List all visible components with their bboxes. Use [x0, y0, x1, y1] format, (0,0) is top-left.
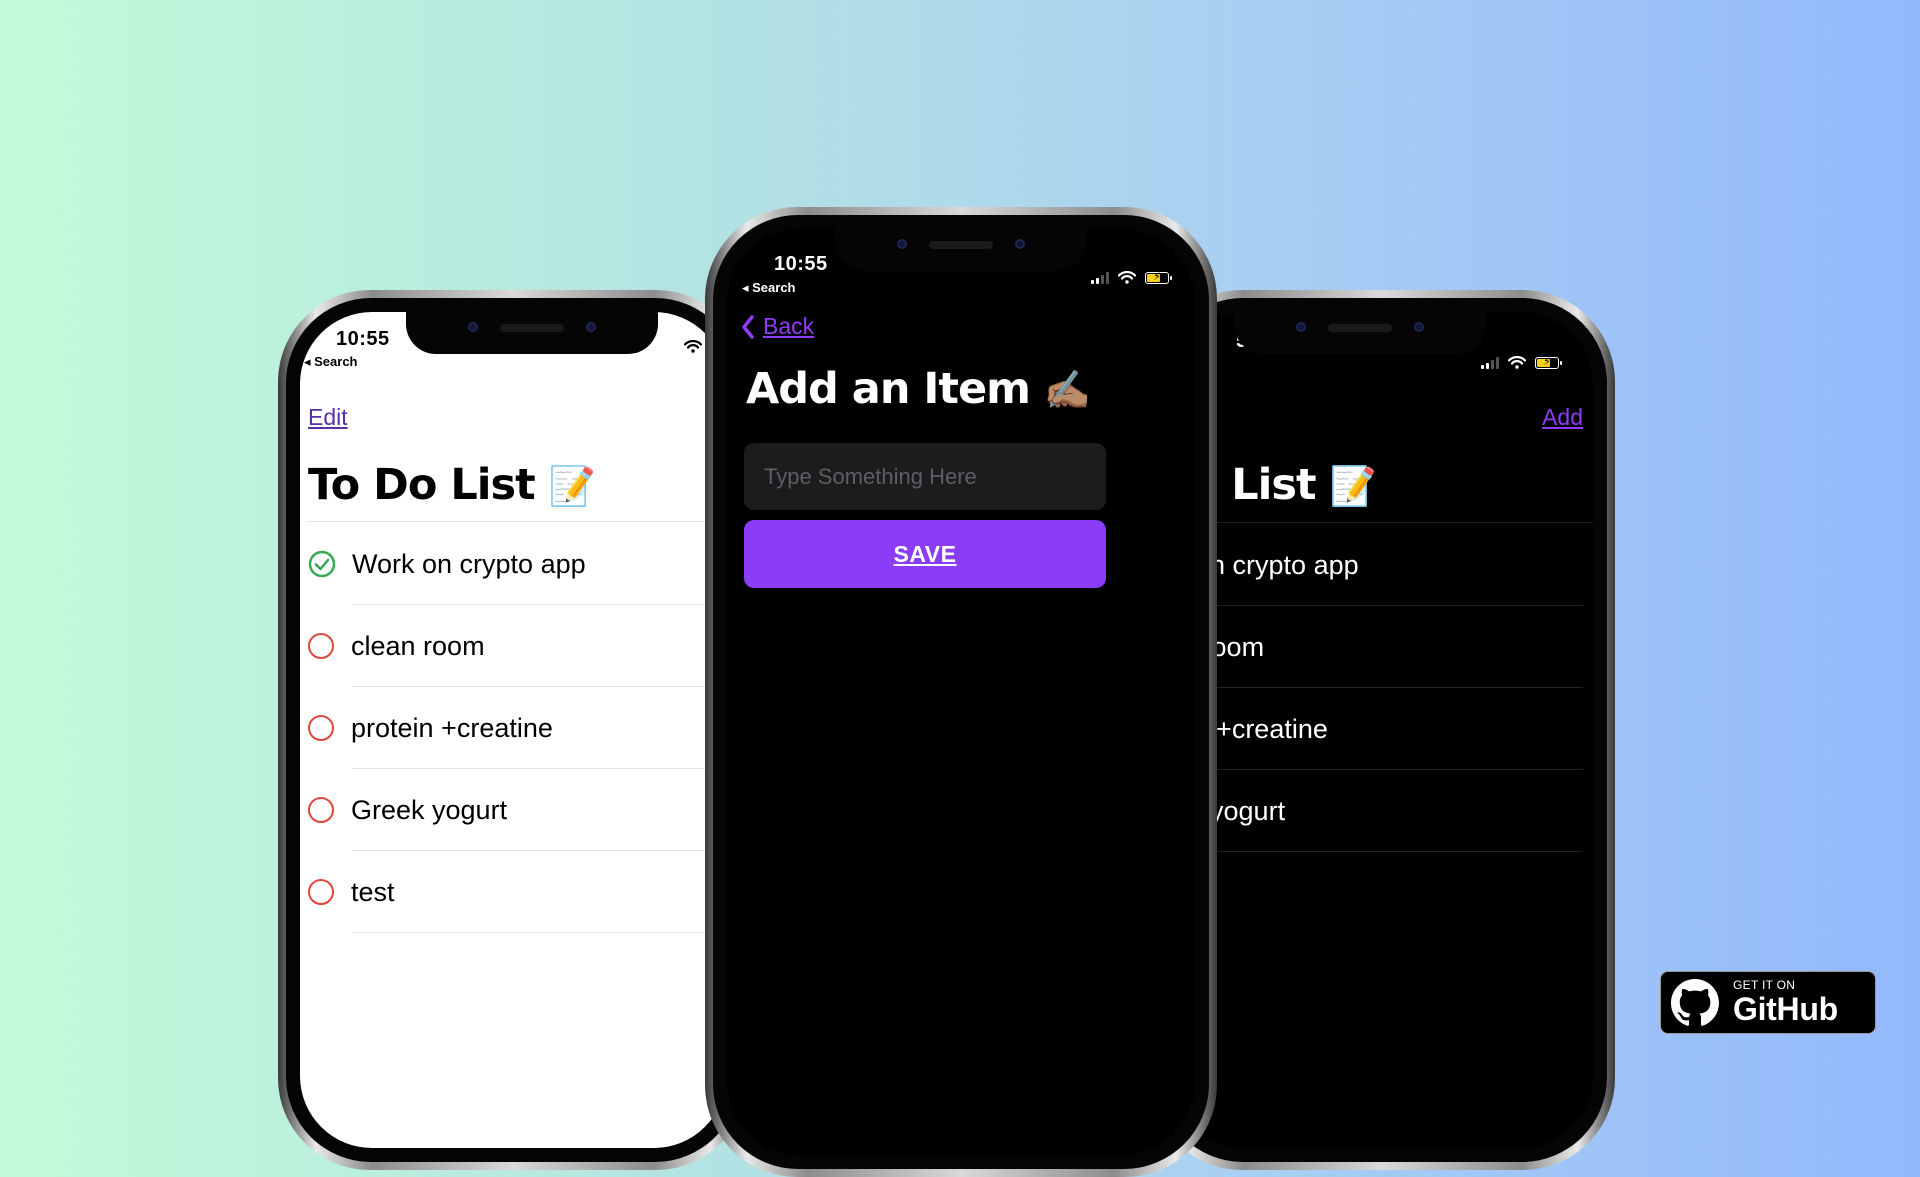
battery-charging-icon: ⚡	[1535, 356, 1562, 369]
cellular-signal-icon	[1481, 356, 1499, 369]
front-camera-icon	[468, 322, 478, 332]
memo-emoji-icon: 📝	[548, 464, 596, 508]
back-app-label: Search	[752, 280, 796, 295]
github-octocat-icon	[1671, 978, 1719, 1026]
left-phone-screen: 10:55 ◂ Search Edit To Do List 📝 Work on…	[300, 312, 726, 1148]
row-divider	[352, 932, 726, 933]
page-title-text: Add an Item	[746, 364, 1031, 414]
speaker-grille	[929, 241, 993, 249]
empty-circle-icon[interactable]	[308, 715, 334, 741]
sensor-icon	[586, 322, 596, 332]
status-icons: ⚡	[1091, 271, 1172, 284]
status-time: 10:55	[774, 253, 828, 275]
right-phone-bezel: 5 ⚡ Add Do List 📝 ork on crypto appean r…	[1158, 298, 1607, 1162]
page-title: Add an Item ✍🏽	[746, 364, 1091, 414]
list-item[interactable]: reek yogurt	[1172, 770, 1593, 852]
list-item[interactable]: Work on crypto app	[308, 523, 726, 605]
back-app-label: Search	[314, 354, 358, 369]
center-phone-screen: 10:55 ◂ Search ⚡ Back Add an Item ✍🏽 Typ…	[727, 229, 1195, 1155]
writing-hand-emoji-icon: ✍🏽	[1043, 368, 1091, 412]
center-phone-notch	[835, 229, 1087, 271]
get-it-on-github-badge[interactable]: GET IT ON GitHub	[1660, 971, 1876, 1034]
wifi-icon	[1118, 271, 1136, 284]
wifi-icon	[684, 340, 702, 353]
empty-circle-icon[interactable]	[308, 879, 334, 905]
front-camera-icon	[1296, 322, 1306, 332]
speaker-grille	[500, 324, 564, 332]
item-text-input[interactable]	[744, 443, 1106, 510]
right-phone-notch	[1234, 312, 1486, 354]
wifi-icon	[1508, 356, 1526, 369]
chevron-left-icon	[742, 314, 754, 339]
back-label: Back	[763, 313, 815, 339]
edit-button[interactable]: Edit	[308, 404, 348, 431]
status-time: 10:55	[336, 328, 390, 350]
list-item[interactable]: Greek yogurt	[308, 769, 726, 851]
list-item[interactable]: test	[308, 851, 726, 933]
list-item[interactable]: otein +creatine	[1172, 688, 1593, 770]
empty-circle-icon[interactable]	[308, 797, 334, 823]
speaker-grille	[1328, 324, 1392, 332]
front-camera-icon	[897, 239, 907, 249]
list-top-divider	[308, 521, 726, 522]
status-icons: ⚡	[1481, 356, 1562, 369]
list-item-label: Work on crypto app	[352, 548, 586, 579]
battery-charging-icon: ⚡	[1145, 271, 1172, 284]
center-phone: 10:55 ◂ Search ⚡ Back Add an Item ✍🏽 Typ…	[705, 207, 1217, 1177]
memo-emoji-icon: 📝	[1329, 464, 1376, 508]
list-item-label: Greek yogurt	[351, 794, 508, 825]
left-phone-notch	[406, 312, 658, 354]
back-to-search-link[interactable]: ◂ Search	[304, 354, 358, 370]
cellular-signal-icon	[1091, 271, 1109, 284]
back-to-search-link[interactable]: ◂ Search	[742, 280, 796, 296]
list-item-label: protein +creatine	[351, 712, 553, 743]
badge-text: GET IT ON GitHub	[1733, 979, 1838, 1027]
list-item[interactable]: ean room	[1172, 606, 1593, 688]
badge-brand-text: GitHub	[1733, 991, 1838, 1027]
center-phone-bezel: 10:55 ◂ Search ⚡ Back Add an Item ✍🏽 Typ…	[713, 215, 1209, 1169]
list-item[interactable]: ork on crypto app	[1172, 524, 1593, 606]
sensor-icon	[1414, 322, 1424, 332]
list-top-divider	[1172, 522, 1593, 523]
row-divider	[1172, 851, 1583, 852]
add-button[interactable]: Add	[1542, 404, 1583, 431]
list-item[interactable]: protein +creatine	[308, 687, 726, 769]
checkmark-circle-icon[interactable]	[308, 550, 336, 578]
sensor-icon	[1015, 239, 1025, 249]
back-button[interactable]: Back	[741, 313, 814, 340]
save-button[interactable]: SAVE	[744, 520, 1106, 588]
right-phone: 5 ⚡ Add Do List 📝 ork on crypto appean r…	[1150, 290, 1615, 1170]
list-item-label: test	[351, 876, 395, 907]
list-item-label: clean room	[351, 630, 485, 661]
left-phone: 10:55 ◂ Search Edit To Do List 📝 Work on…	[278, 290, 748, 1170]
right-phone-screen: 5 ⚡ Add Do List 📝 ork on crypto appean r…	[1172, 312, 1593, 1148]
empty-circle-icon[interactable]	[308, 633, 334, 659]
page-title-text: To Do List	[308, 460, 536, 510]
list-item[interactable]: clean room	[308, 605, 726, 687]
left-phone-bezel: 10:55 ◂ Search Edit To Do List 📝 Work on…	[286, 298, 740, 1162]
page-title: To Do List 📝	[308, 460, 596, 510]
